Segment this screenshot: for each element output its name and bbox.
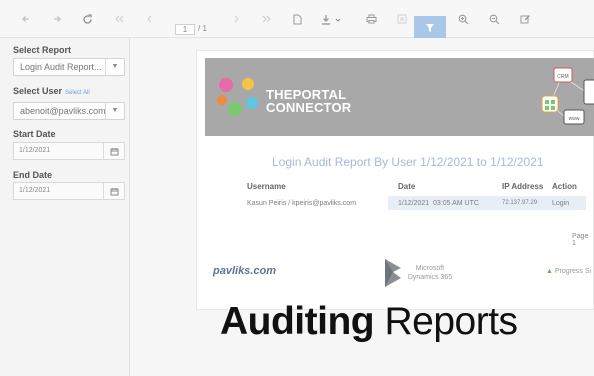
microsoft-text: Microsoft: [415, 265, 445, 272]
cell-action: Login: [552, 200, 570, 207]
column-header-ip: IP Address: [502, 182, 544, 191]
end-date-value: 1/12/2021: [19, 187, 51, 194]
start-date-label: Start Date: [13, 129, 56, 139]
report-select-value: Login Audit Report...: [20, 62, 102, 72]
dynamics-text: Dynamics 365: [407, 274, 453, 281]
prev-page-icon[interactable]: [142, 11, 158, 27]
start-date-text: Start Date: [13, 129, 56, 139]
cell-ip: 72.137.97.29: [502, 200, 538, 206]
caption-bold: Auditing: [220, 300, 375, 343]
crm-tag: CRM: [557, 74, 568, 80]
page-current: 1: [182, 25, 188, 34]
pavliks-logo: pavliks.com: [213, 265, 276, 277]
select-all-link[interactable]: Select All: [65, 90, 90, 96]
start-date-input[interactable]: 1/12/2021: [13, 142, 125, 160]
document-icon[interactable]: [289, 11, 305, 27]
page-number-label: Page 1: [572, 233, 589, 247]
user-select[interactable]: abenoit@pavliks.com ▼: [13, 102, 125, 120]
report-select[interactable]: Login Audit Report... ▼: [13, 58, 125, 76]
end-date-label: End Date: [13, 170, 52, 180]
forward-icon[interactable]: [49, 11, 65, 27]
cell-username: Kasun Peiris / kpeiris@pavliks.com: [247, 200, 357, 207]
next-page-icon[interactable]: [228, 11, 244, 27]
zoom-out-icon[interactable]: [486, 11, 502, 27]
calendar-icon[interactable]: [103, 143, 124, 159]
end-date-text: End Date: [13, 170, 53, 180]
brand-name-line2: CONNECTOR: [266, 100, 352, 115]
report-title: Login Audit Report By User 1/12/2021 to …: [272, 155, 544, 169]
start-date-value: 1/12/2021: [19, 147, 51, 154]
print-preview-icon[interactable]: [394, 11, 410, 27]
column-header-date: Date: [398, 182, 416, 191]
calendar-icon[interactable]: [103, 183, 124, 199]
progress-logo: ▲ Progress Si: [546, 268, 591, 275]
microsoft-dynamics-label: Microsoft Dynamics 365: [407, 264, 453, 282]
select-user-label: Select User Select All: [13, 86, 90, 96]
select-user-text: Select User: [13, 86, 63, 96]
filter-button[interactable]: [414, 16, 446, 40]
caption-light: Reports: [384, 300, 518, 343]
refresh-icon[interactable]: [79, 11, 95, 27]
column-header-username: Username: [247, 182, 286, 191]
zoom-in-icon[interactable]: [455, 11, 471, 27]
page-number-input[interactable]: 1: [175, 24, 195, 35]
report-banner: [205, 58, 594, 136]
www-tag: www: [569, 116, 580, 122]
auditing-reports-caption: Auditing Reports: [220, 300, 518, 344]
last-page-icon[interactable]: [259, 11, 275, 27]
progress-logo-icon: ▲: [546, 268, 553, 275]
end-date-input[interactable]: 1/12/2021: [13, 182, 125, 200]
select-report-text: Select Report: [13, 45, 72, 55]
cell-date: 1/12/2021 03:05 AM UTC: [398, 200, 479, 207]
report-viewer-toolbar: 1 / 1: [0, 0, 594, 40]
first-page-icon[interactable]: [111, 11, 127, 27]
progress-logo-text: Progress Si: [554, 268, 592, 275]
edit-icon[interactable]: [517, 11, 533, 27]
chevron-down-icon[interactable]: ▼: [105, 103, 124, 119]
portal-connector-logo-icon: [217, 78, 258, 116]
column-header-action: Action: [552, 182, 577, 191]
back-icon[interactable]: [18, 11, 34, 27]
user-select-value: abenoit@pavliks.com: [20, 106, 106, 116]
page-total: / 1: [198, 24, 207, 33]
filter-icon: [426, 24, 434, 32]
export-icon[interactable]: [320, 11, 344, 27]
chevron-down-icon[interactable]: ▼: [105, 59, 124, 75]
select-report-label: Select Report: [13, 45, 71, 55]
network-illustration-icon: CRM www: [541, 67, 594, 125]
dynamics-logo-icon: [385, 259, 401, 287]
print-icon[interactable]: [363, 11, 379, 27]
